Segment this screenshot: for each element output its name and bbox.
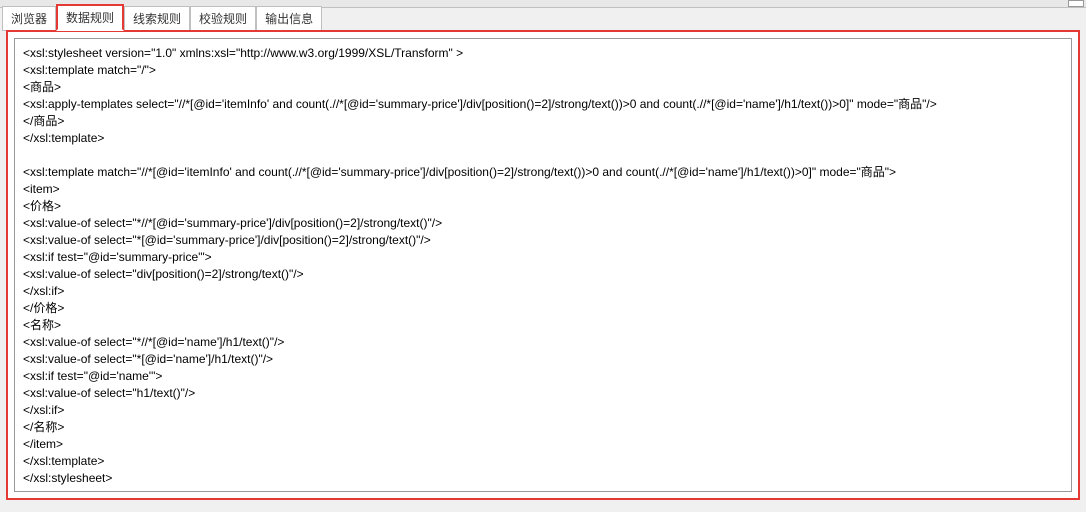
code-panel[interactable]: <xsl:stylesheet version="1.0" xmlns:xsl=… xyxy=(14,38,1072,492)
tab-browser[interactable]: 浏览器 xyxy=(2,6,56,31)
tab-strip: 浏览器 数据规则 线索规则 校验规则 输出信息 xyxy=(0,8,1086,30)
tab-output-info[interactable]: 输出信息 xyxy=(256,6,322,31)
xsl-code-block[interactable]: <xsl:stylesheet version="1.0" xmlns:xsl=… xyxy=(23,45,1063,487)
tab-clue-rules[interactable]: 线索规则 xyxy=(124,6,190,31)
content-highlight-frame: <xsl:stylesheet version="1.0" xmlns:xsl=… xyxy=(6,30,1080,500)
spinner-control[interactable] xyxy=(1068,0,1084,7)
tab-validation-rules[interactable]: 校验规则 xyxy=(190,6,256,31)
tab-data-rules[interactable]: 数据规则 xyxy=(56,4,124,31)
